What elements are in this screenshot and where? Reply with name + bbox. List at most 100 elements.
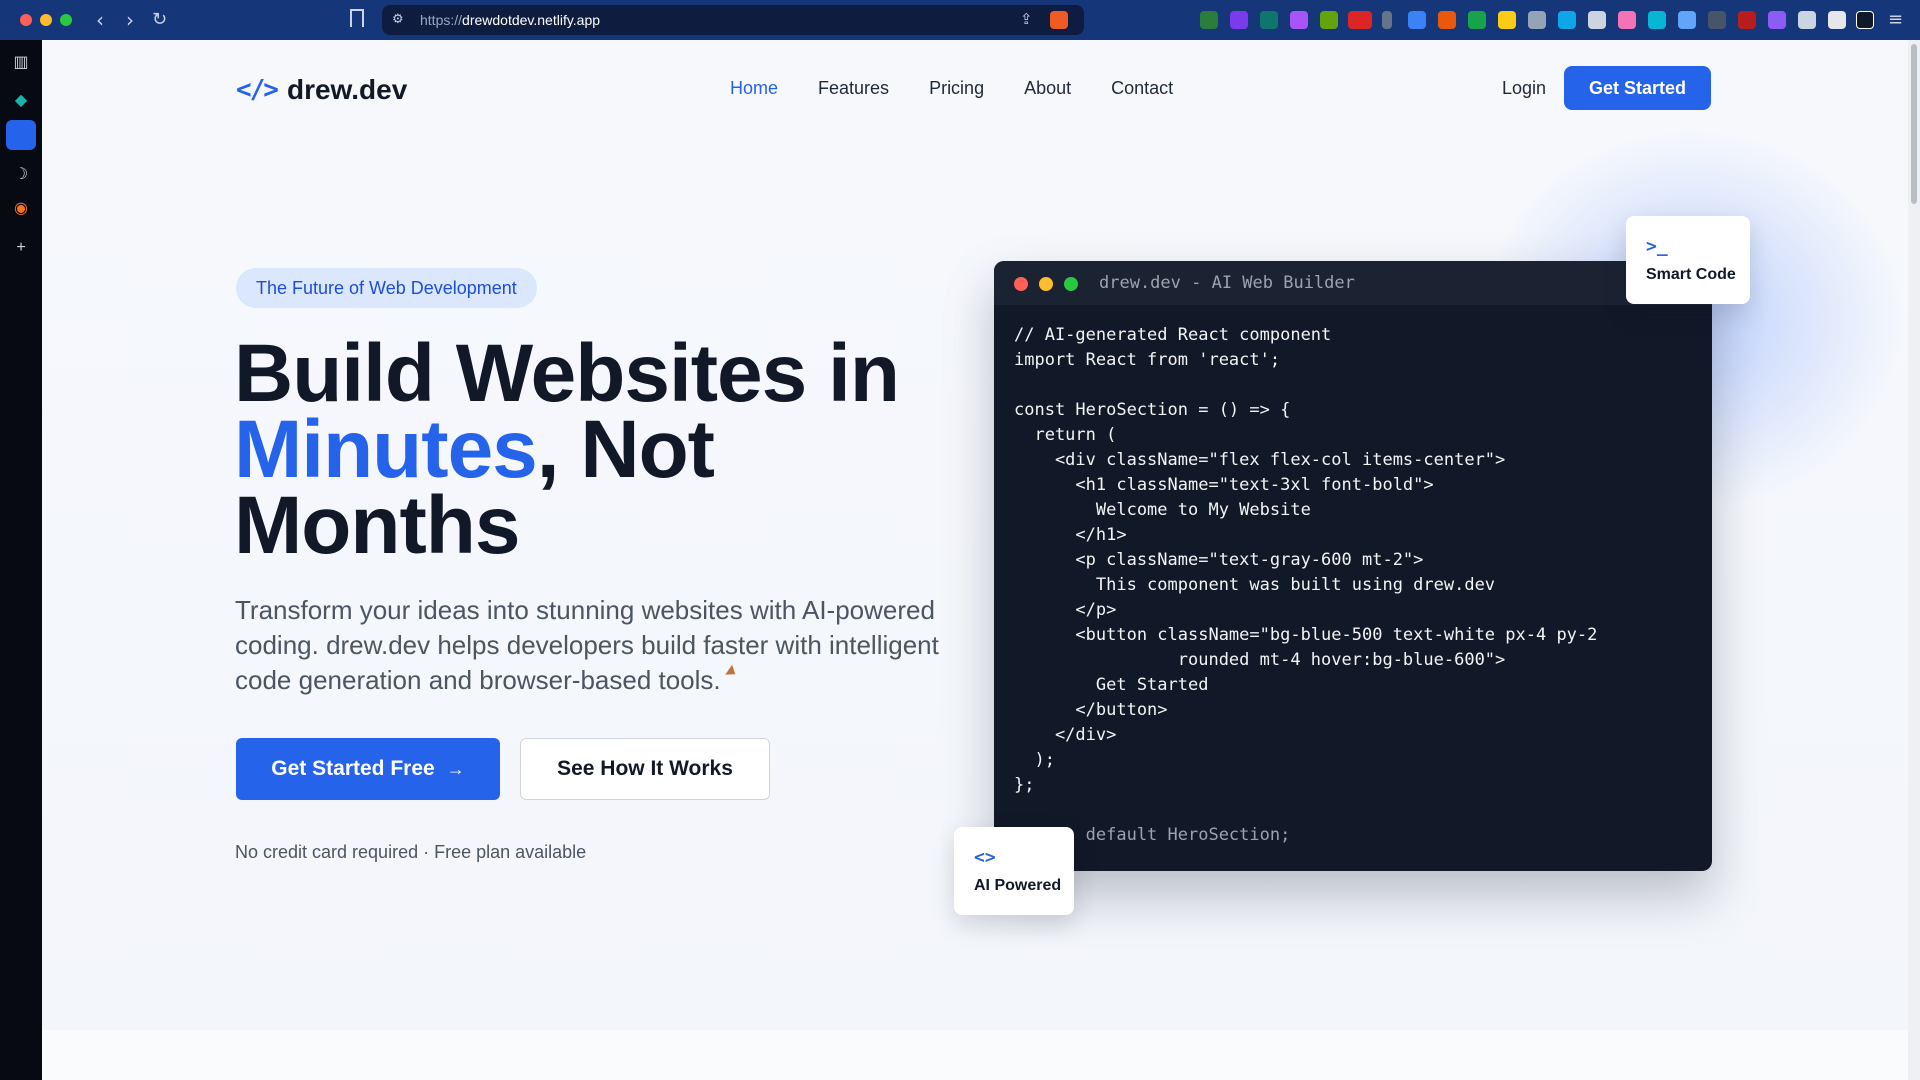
extension-icon[interactable] xyxy=(1290,11,1308,29)
hero-title-after-accent: , Not xyxy=(536,404,715,495)
extension-icon[interactable] xyxy=(1438,11,1456,29)
see-how-it-works-button[interactable]: See How It Works xyxy=(520,738,770,800)
back-icon[interactable]: ‹ xyxy=(96,8,104,32)
address-bar[interactable]: ⚙ https://drewdotdev.netlify.app ⇪ xyxy=(382,5,1084,35)
extension-icon[interactable] xyxy=(1468,11,1486,29)
code-line: return ( xyxy=(1014,425,1117,445)
code-line: </button> xyxy=(1014,700,1168,720)
extension-icon[interactable] xyxy=(1588,11,1606,29)
code-line: </h1> xyxy=(1014,525,1127,545)
sidebar-app-icon[interactable]: ◆ xyxy=(9,88,33,112)
nav-link-features[interactable]: Features xyxy=(818,78,889,99)
extension-icon[interactable] xyxy=(1618,11,1636,29)
hero-subtitle: Transform your ideas into stunning websi… xyxy=(235,595,939,695)
reload-icon[interactable]: ↻ xyxy=(152,8,167,32)
extension-icon[interactable] xyxy=(1382,11,1392,29)
browser-toolbar: ‹ › ↻ ⚙ https://drewdotdev.netlify.app ⇪… xyxy=(0,0,1920,40)
url-text: https://drewdotdev.netlify.app xyxy=(420,12,601,28)
menu-icon[interactable]: ≡ xyxy=(1888,8,1903,32)
fineprint: No credit card required · Free plan avai… xyxy=(235,842,587,862)
extension-icon[interactable] xyxy=(1200,11,1218,29)
code-line: const HeroSection = () => { xyxy=(1014,400,1291,420)
extension-icon[interactable] xyxy=(1708,11,1726,29)
hero-title: Build Websites in Minutes, Not Months xyxy=(234,333,954,567)
minimize-window-button[interactable] xyxy=(40,14,52,26)
smart-code-label: Smart Code xyxy=(1646,266,1736,283)
extension-icon[interactable] xyxy=(1648,11,1666,29)
sidebar-app-icon[interactable]: ☽ xyxy=(9,162,33,186)
code-line: default HeroSection; xyxy=(1014,825,1291,845)
extension-icon[interactable] xyxy=(1348,11,1372,29)
logo-text: drew.dev xyxy=(286,74,408,105)
code-line: import React from 'react'; xyxy=(1014,350,1281,370)
share-icon[interactable]: ⇪ xyxy=(1020,10,1033,28)
close-window-button[interactable] xyxy=(20,14,32,26)
arrow-right-icon: → xyxy=(446,758,465,779)
code-line: This component was built using drew.dev xyxy=(1014,575,1496,595)
ai-powered-card: <> AI Powered xyxy=(954,827,1074,915)
code-icon: </> xyxy=(236,75,279,105)
code-line: </div> xyxy=(1014,725,1117,745)
terminal-icon: >_ xyxy=(1646,236,1668,257)
tagline-badge: The Future of Web Development xyxy=(236,268,537,308)
extensions-puzzle-icon[interactable] xyxy=(1798,11,1816,29)
site-logo[interactable]: </> drew.dev xyxy=(236,74,407,106)
code-line: <div className="flex flex-col items-cent… xyxy=(1014,450,1506,470)
code-line: // AI-generated React component xyxy=(1014,325,1332,345)
editor-titlebar: drew.dev - AI Web Builder xyxy=(994,261,1712,305)
extension-icon[interactable] xyxy=(1528,11,1546,29)
page-viewport: </> drew.dev Home Features Pricing About… xyxy=(42,40,1908,1080)
extension-icon[interactable] xyxy=(1768,11,1786,29)
code-line: Welcome to My Website xyxy=(1014,500,1311,520)
smart-code-card: >_ Smart Code xyxy=(1626,216,1750,304)
code-line: ); xyxy=(1014,750,1055,770)
hero-title-line3: Months xyxy=(234,480,520,571)
get-started-free-button[interactable]: Get Started Free → xyxy=(236,738,500,800)
ai-powered-label: AI Powered xyxy=(974,877,1062,894)
zoom-window-button[interactable] xyxy=(60,14,72,26)
scrollbar-thumb[interactable] xyxy=(1911,44,1917,204)
page-scrollbar[interactable] xyxy=(1908,40,1920,1080)
code-line: rounded mt-4 hover:bg-blue-600"> xyxy=(1014,650,1506,670)
code-line: </p> xyxy=(1014,600,1117,620)
extension-icon[interactable] xyxy=(1856,11,1874,29)
extension-icon[interactable] xyxy=(1230,11,1248,29)
site-settings-icon[interactable]: ⚙ xyxy=(392,11,404,27)
sidebar-panel-icon[interactable]: ▥ xyxy=(9,50,33,74)
forward-icon[interactable]: › xyxy=(126,8,134,32)
extension-icon[interactable] xyxy=(1408,11,1426,29)
nav-link-pricing[interactable]: Pricing xyxy=(929,78,984,99)
code-line: ​ xyxy=(1014,373,1597,398)
code-block: // AI-generated React component import Re… xyxy=(1014,323,1597,848)
bookmark-icon[interactable] xyxy=(350,9,364,27)
extension-icon[interactable] xyxy=(1558,11,1576,29)
login-link[interactable]: Login xyxy=(1502,78,1546,99)
code-brackets-icon: <> xyxy=(974,847,996,868)
code-line: <h1 className="text-3xl font-bold"> xyxy=(1014,475,1434,495)
code-line: Get Started xyxy=(1014,675,1209,695)
nav-link-about[interactable]: About xyxy=(1024,78,1071,99)
extension-icon[interactable] xyxy=(1260,11,1278,29)
red-dot xyxy=(1014,277,1028,291)
main-nav: Home Features Pricing About Contact xyxy=(730,78,1213,99)
code-line: }; xyxy=(1014,775,1035,795)
sidebar-app-icon[interactable]: ◉ xyxy=(9,196,33,220)
extension-icon[interactable] xyxy=(1738,11,1756,29)
editor-title: drew.dev - AI Web Builder xyxy=(1099,273,1355,293)
code-line: ​ xyxy=(1014,798,1597,823)
get-started-free-label: Get Started Free xyxy=(271,757,435,780)
extension-icon[interactable] xyxy=(1678,11,1696,29)
add-icon[interactable]: + xyxy=(9,236,33,260)
code-line: <button className="bg-blue-500 text-whit… xyxy=(1014,625,1598,645)
extension-icon[interactable] xyxy=(1498,11,1516,29)
nav-link-contact[interactable]: Contact xyxy=(1111,78,1173,99)
get-started-button[interactable]: Get Started xyxy=(1564,66,1711,110)
nav-link-home[interactable]: Home xyxy=(730,78,778,99)
sidebar-app-active-icon[interactable] xyxy=(6,120,36,150)
next-section-edge xyxy=(42,1030,1908,1080)
code-editor-window: drew.dev - AI Web Builder // AI-generate… xyxy=(994,261,1712,871)
code-line: <p className="text-gray-600 mt-2"> xyxy=(1014,550,1424,570)
brave-shields-icon[interactable] xyxy=(1050,11,1068,29)
extension-icon[interactable] xyxy=(1320,11,1338,29)
sidebar-toggle-icon[interactable] xyxy=(1828,11,1846,29)
